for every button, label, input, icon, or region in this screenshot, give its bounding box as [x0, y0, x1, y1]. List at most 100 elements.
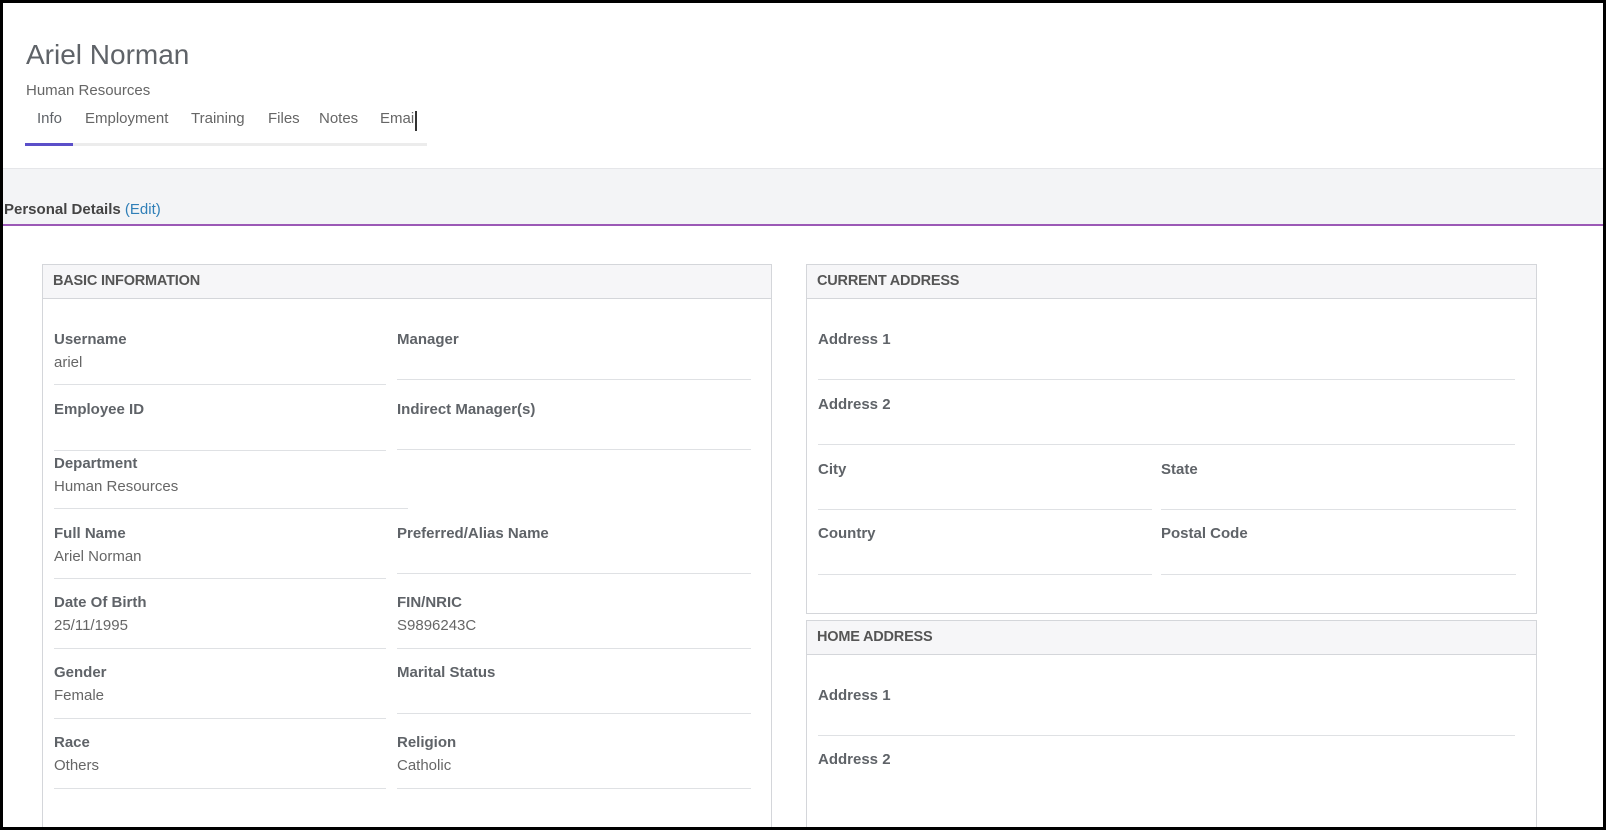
- field-divider: [54, 578, 386, 579]
- field-divider: [54, 450, 386, 451]
- field-value: [818, 774, 1515, 792]
- field-value: Catholic: [397, 757, 452, 774]
- employee-department: Human Resources: [26, 82, 151, 99]
- field-current-state: State: [1161, 461, 1516, 510]
- field-value: Ariel Norman: [54, 548, 142, 565]
- panel-title: CURRENT ADDRESS: [807, 265, 1536, 299]
- field-divider: [54, 384, 386, 385]
- field-label: Address 1: [818, 331, 891, 348]
- field-value: Others: [54, 757, 100, 774]
- field-value: Human Resources: [54, 478, 179, 495]
- tab-training[interactable]: Training: [191, 107, 245, 146]
- field-divider: [818, 444, 1515, 445]
- field-value: [1161, 548, 1516, 566]
- field-value: ariel: [54, 354, 83, 371]
- field-label: Employee ID: [54, 401, 145, 418]
- app-window: Ariel Norman Human Resources Info Employ…: [0, 0, 1606, 830]
- field-label: Full Name: [54, 525, 126, 542]
- field-home-address2: Address 2: [818, 751, 1515, 792]
- field-label: Address 2: [818, 751, 891, 768]
- field-label: Indirect Manager(s): [397, 401, 536, 418]
- employee-name: Ariel Norman: [26, 39, 190, 70]
- field-label: Preferred/Alias Name: [397, 525, 549, 542]
- field-religion: Religion Catholic: [397, 734, 751, 789]
- home-address-panel: HOME ADDRESS Address 1 Address 2: [806, 620, 1537, 827]
- field-department: Department Human Resources: [54, 455, 408, 509]
- tab-notes[interactable]: Notes: [319, 107, 358, 146]
- active-tab-indicator: [25, 143, 73, 146]
- personal-details-section-header: Personal Details (Edit): [3, 168, 1603, 226]
- field-label: Address 1: [818, 687, 891, 704]
- field-fin-nric: FIN/NRIC S9896243C: [397, 594, 751, 649]
- field-current-city: City: [818, 461, 1152, 510]
- field-divider: [397, 788, 751, 789]
- field-preferred-name: Preferred/Alias Name: [397, 525, 751, 574]
- field-employee-id: Employee ID: [54, 401, 386, 451]
- basic-information-panel: BASIC INFORMATION Username ariel Manager…: [42, 264, 772, 827]
- field-value: [397, 548, 751, 566]
- field-current-country: Country: [818, 525, 1152, 575]
- field-value: [397, 424, 751, 442]
- field-value: Female: [54, 687, 105, 704]
- tab-info[interactable]: Info: [37, 107, 62, 146]
- field-divider: [818, 379, 1515, 380]
- field-label: Username: [54, 331, 127, 348]
- edit-link[interactable]: (Edit): [125, 201, 161, 218]
- field-label: Country: [818, 525, 876, 542]
- field-value: S9896243C: [397, 617, 477, 634]
- field-value: [54, 424, 386, 442]
- field-divider: [397, 449, 751, 450]
- field-value: [818, 419, 1515, 437]
- tab-employment[interactable]: Employment: [85, 107, 168, 146]
- field-label: City: [818, 461, 847, 478]
- field-divider: [397, 573, 751, 574]
- field-divider: [397, 713, 751, 714]
- field-indirect-manager: Indirect Manager(s): [397, 401, 751, 450]
- field-current-address1: Address 1: [818, 331, 1515, 380]
- tab-email[interactable]: Email: [380, 107, 418, 146]
- field-label: State: [1161, 461, 1198, 478]
- field-value: [397, 354, 751, 372]
- field-label: Postal Code: [1161, 525, 1248, 542]
- field-date-of-birth: Date Of Birth 25/11/1995: [54, 594, 386, 649]
- field-label: Address 2: [818, 396, 891, 413]
- field-divider: [397, 379, 751, 380]
- field-value: [818, 354, 1515, 372]
- tab-files[interactable]: Files: [268, 107, 300, 146]
- field-label: Marital Status: [397, 664, 496, 681]
- field-race: Race Others: [54, 734, 386, 789]
- field-divider: [54, 718, 386, 719]
- profile-header: Ariel Norman Human Resources Info Employ…: [3, 3, 1603, 170]
- field-value: [818, 484, 1152, 502]
- field-divider: [1161, 509, 1516, 510]
- field-label: Manager: [397, 331, 459, 348]
- field-label: Gender: [54, 664, 107, 681]
- field-divider: [397, 648, 751, 649]
- field-label: Department: [54, 455, 138, 472]
- field-label: Religion: [397, 734, 457, 751]
- field-divider: [54, 508, 408, 509]
- section-title: Personal Details (Edit): [4, 201, 161, 218]
- field-manager: Manager: [397, 331, 751, 380]
- current-address-panel: CURRENT ADDRESS Address 1 Address 2 City…: [806, 264, 1537, 614]
- field-full-name: Full Name Ariel Norman: [54, 525, 386, 579]
- field-divider: [54, 648, 386, 649]
- field-value: [397, 687, 751, 705]
- field-label: Race: [54, 734, 90, 751]
- field-gender: Gender Female: [54, 664, 386, 719]
- field-label: FIN/NRIC: [397, 594, 462, 611]
- field-divider: [1161, 574, 1516, 575]
- field-current-postal-code: Postal Code: [1161, 525, 1516, 575]
- section-title-text: Personal Details: [4, 201, 121, 218]
- profile-tabs: Info Employment Training Files Notes Ema…: [25, 107, 427, 146]
- field-value: 25/11/1995: [54, 617, 128, 634]
- field-value: [818, 548, 1152, 566]
- field-divider: [818, 735, 1515, 736]
- field-value: [818, 710, 1515, 728]
- field-current-address2: Address 2: [818, 396, 1515, 445]
- panel-title: BASIC INFORMATION: [43, 265, 771, 299]
- field-marital-status: Marital Status: [397, 664, 751, 714]
- field-username: Username ariel: [54, 331, 386, 385]
- field-value: [1161, 484, 1516, 502]
- text-cursor: [415, 111, 417, 131]
